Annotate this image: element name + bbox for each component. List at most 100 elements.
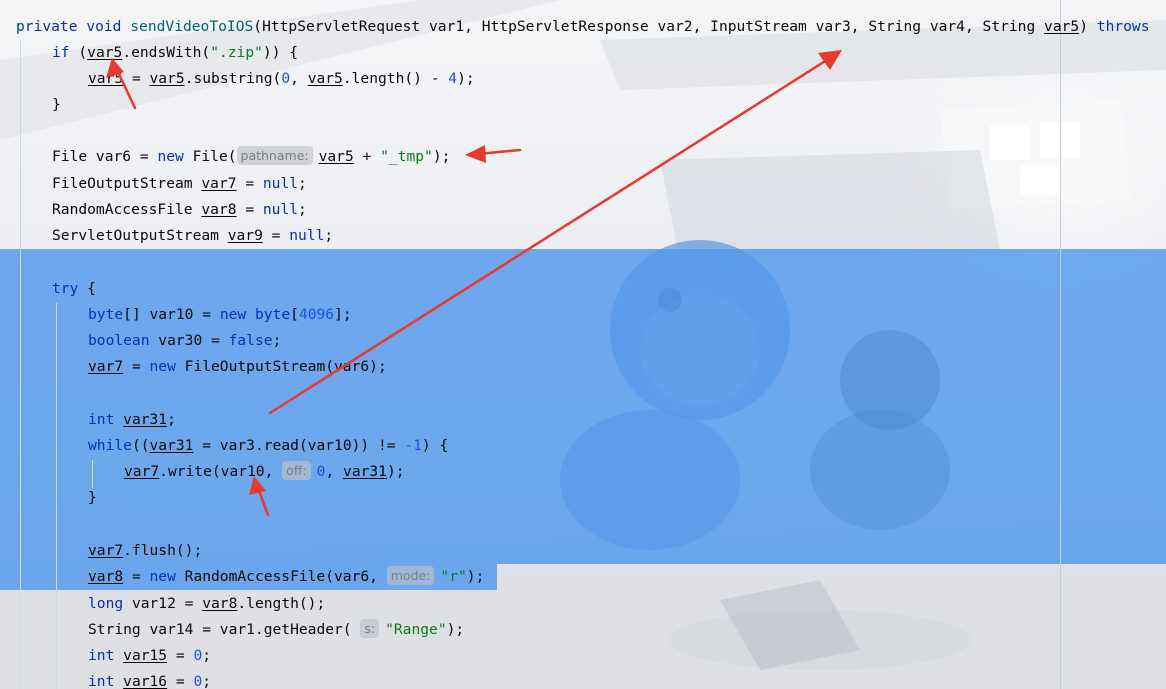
code-line[interactable]: File var6 = new File(pathname: var5 + "_t… [52, 144, 450, 170]
variable: var9 [227, 227, 263, 244]
code-text: } [52, 96, 61, 113]
code-line[interactable]: boolean var30 = false; [88, 328, 281, 354]
variable: var31 [343, 463, 387, 480]
keyword: int [88, 647, 115, 664]
code-text: ; [298, 201, 307, 218]
keyword: throws [1096, 18, 1150, 35]
code-line[interactable]: byte[] var10 = new byte[4096]; [88, 302, 352, 328]
code-line[interactable]: FileOutputStream var7 = null; [52, 171, 307, 197]
variable: var7 [124, 463, 160, 480]
code-text: ; [272, 332, 282, 349]
keyword: boolean [88, 332, 150, 349]
variable: var5 [88, 70, 124, 87]
code-line[interactable]: var7.flush(); [88, 538, 202, 564]
code-text: ; [202, 673, 212, 689]
number-literal: 4 [448, 70, 458, 87]
string-literal: "r" [440, 568, 467, 585]
parameter-hint: mode: [386, 566, 435, 585]
code-line[interactable]: int var16 = 0; [88, 669, 211, 689]
keyword: try [52, 280, 79, 297]
code-line[interactable]: long var12 = var8.length(); [88, 591, 325, 617]
code-text: [] var10 = [123, 306, 220, 323]
code-text: )) { [262, 44, 299, 61]
code-text: = [236, 175, 263, 192]
code-line[interactable]: } [52, 92, 61, 118]
code-line[interactable]: if (var5.endsWith(".zip")) { [52, 40, 298, 66]
code-text: ; [298, 175, 307, 192]
indent-guide [92, 460, 93, 488]
code-text: (( [131, 437, 150, 454]
keyword: if [52, 44, 70, 61]
code-text: String var14 = var1.getHeader( [88, 621, 361, 638]
variable: var8 [88, 568, 124, 585]
code-line[interactable]: int var15 = 0; [88, 643, 211, 669]
variable: var16 [123, 673, 168, 689]
code-text: = [262, 227, 290, 244]
code-text: ); [446, 621, 465, 638]
code-line[interactable]: ServletOutputStream var9 = null; [52, 223, 333, 249]
code-text: = [236, 201, 263, 218]
variable: var5 [87, 44, 123, 61]
code-text: FileOutputStream [52, 175, 202, 192]
variable: var5 [318, 148, 354, 165]
number-literal: 4096 [298, 306, 335, 323]
indent-guide [56, 303, 57, 689]
code-line[interactable]: var7 = new FileOutputStream(var6); [88, 354, 387, 380]
variable: var8 [202, 595, 238, 612]
variable: var7 [201, 175, 237, 192]
code-text: .flush(); [123, 542, 203, 559]
code-text: ); [466, 568, 485, 585]
code-line[interactable]: } [88, 485, 97, 511]
code-line[interactable]: var5 = var5.substring(0, var5.length() -… [88, 66, 475, 92]
keyword: int [88, 673, 115, 689]
variable: var7 [88, 542, 124, 559]
code-line[interactable]: String var14 = var1.getHeader( s: "Range"… [88, 617, 464, 643]
code-text: , [290, 70, 308, 87]
number-literal: 0 [193, 673, 203, 689]
keyword: int [88, 411, 115, 428]
code-text: .endsWith( [122, 44, 211, 61]
variable: var15 [123, 647, 168, 664]
string-literal: "Range" [385, 621, 447, 638]
keyword: byte [254, 306, 291, 323]
variable: var5 [1044, 18, 1080, 35]
code-line[interactable]: while((var31 = var3.read(var10)) != -1) … [88, 433, 448, 459]
code-line[interactable]: var7.write(var10, off: 0, var31); [124, 459, 405, 485]
code-text: ); [432, 148, 451, 165]
code-text: = var3.read(var10)) != [193, 437, 405, 454]
indent-guide [20, 40, 21, 689]
code-text: var12 = [123, 595, 203, 612]
keyword: new [219, 306, 247, 323]
code-text: ServletOutputStream [52, 227, 228, 244]
keyword: while [88, 437, 132, 454]
code-text: var30 = [149, 332, 229, 349]
code-text: File( [183, 148, 237, 165]
code-text: } [88, 489, 97, 506]
code-text: .write(var10, [159, 463, 283, 480]
string-literal: "_tmp" [380, 148, 433, 165]
variable: var31 [149, 437, 194, 454]
code-text: .length() - [342, 70, 449, 87]
keyword: long [88, 595, 124, 612]
code-line[interactable]: private void sendVideoToIOS(HttpServletR… [16, 14, 1150, 40]
keyword: null [262, 201, 299, 218]
code-text: = [167, 647, 194, 664]
code-line[interactable]: int var31; [88, 407, 176, 433]
code-line[interactable]: var8 = new RandomAccessFile(var6, mode: "… [88, 564, 484, 590]
code-text: RandomAccessFile(var6, [175, 568, 387, 585]
keyword: void [86, 18, 122, 35]
method-name: sendVideoToIOS [130, 18, 254, 35]
code-line[interactable]: try { [52, 276, 96, 302]
code-text: RandomAccessFile [52, 201, 202, 218]
code-text: ]; [334, 306, 352, 323]
code-text: ) [1079, 18, 1097, 35]
code-editor[interactable]: private void sendVideoToIOS(HttpServletR… [0, 0, 1166, 689]
code-line[interactable]: RandomAccessFile var8 = null; [52, 197, 307, 223]
code-text: FileOutputStream(var6); [175, 358, 387, 375]
string-literal: ".zip" [210, 44, 263, 61]
keyword: new [157, 148, 184, 165]
